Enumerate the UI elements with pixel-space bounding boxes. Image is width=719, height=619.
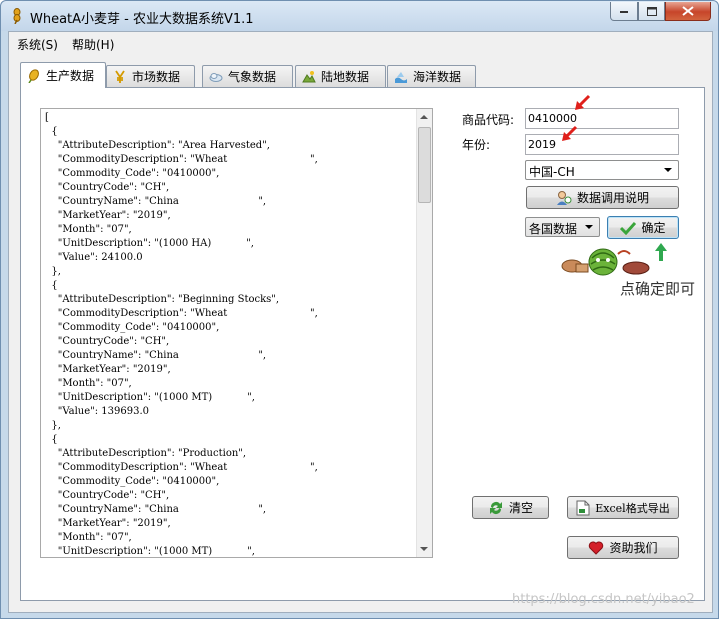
heart-icon [589, 541, 604, 555]
tab-production-label: 生产数据 [46, 69, 95, 83]
production-tab-panel: [ { "AttributeDescription": "Area Harves… [20, 87, 705, 601]
maximize-icon [646, 6, 657, 16]
tab-market-label: 市场数据 [132, 70, 181, 84]
year-label: 年份: [462, 138, 491, 152]
wheat-app-icon [13, 8, 21, 24]
scroll-down-icon[interactable] [420, 547, 428, 551]
green-arrow-icon [655, 243, 667, 261]
commodity-code-input[interactable]: 0410000 [525, 108, 679, 129]
api-help-label: 数据调用说明 [576, 191, 649, 205]
data-scope-select[interactable]: 各国数据 [525, 217, 600, 237]
tab-weather-label: 气象数据 [228, 70, 277, 84]
scroll-thumb[interactable] [418, 127, 431, 203]
land-icon [302, 70, 316, 82]
tab-ocean[interactable]: 海洋数据 [387, 65, 476, 87]
country-select[interactable]: 中国-CH [525, 160, 679, 180]
minimize-button[interactable] [610, 2, 638, 21]
clear-label: 清空 [508, 501, 533, 515]
close-icon [682, 6, 694, 16]
country-select-value: 中国-CH [529, 165, 575, 179]
yen-icon [115, 70, 125, 83]
tab-production[interactable]: 生产数据 [20, 62, 106, 88]
confirm-hint-text: 点确定即可 [620, 280, 696, 298]
json-output-text: [ { "AttributeDescription": "Area Harves… [45, 112, 318, 557]
donate-label: 资助我们 [609, 541, 658, 555]
refresh-icon [489, 501, 502, 514]
confirm-button[interactable]: 确定 [607, 216, 679, 239]
tab-land-label: 陆地数据 [321, 70, 370, 84]
red-arrow-icon [562, 125, 578, 141]
minimize-icon [620, 11, 628, 13]
data-scope-value: 各国数据 [529, 222, 578, 236]
chevron-down-icon [585, 225, 593, 229]
json-vertical-scrollbar[interactable] [416, 109, 432, 557]
menu-system[interactable]: 系统(S) [17, 36, 58, 53]
ocean-icon [395, 71, 407, 83]
tab-market[interactable]: 市场数据 [106, 65, 195, 87]
maximize-button[interactable] [638, 2, 665, 21]
tab-weather[interactable]: 气象数据 [202, 65, 293, 87]
user-help-icon [556, 190, 572, 205]
watermark-text: https://blog.csdn.net/yibao2 [512, 592, 695, 607]
commodity-code-label: 商品代码: [462, 113, 515, 127]
clear-button[interactable]: 清空 [472, 496, 549, 519]
checkmark-icon [620, 221, 637, 235]
year-input[interactable]: 2019 [525, 134, 679, 155]
api-help-button[interactable]: 数据调用说明 [526, 186, 679, 209]
title-bar[interactable]: WheatA小麦芽 - 农业大数据系统V1.1 [1, 1, 718, 31]
client-area: 系统(S) 帮助(H) 生产数据 市场数据 气象数据 陆地数据 海洋数据 [{… [8, 31, 713, 613]
menu-bar: 系统(S) 帮助(H) [9, 32, 712, 55]
export-file-icon [576, 500, 590, 515]
vegetable-mascot-icon [561, 248, 650, 276]
wheat-icon [28, 68, 39, 83]
window-title: WheatA小麦芽 - 农业大数据系统V1.1 [30, 12, 254, 27]
excel-export-label: Excel格式导出 [595, 501, 670, 515]
close-window-button[interactable] [665, 2, 711, 21]
confirm-label: 确定 [641, 221, 666, 235]
json-output-area[interactable]: [ { "AttributeDescription": "Area Harves… [40, 108, 433, 558]
tab-ocean-label: 海洋数据 [413, 70, 462, 84]
menu-help[interactable]: 帮助(H) [72, 36, 114, 53]
chevron-down-icon [664, 168, 672, 172]
scroll-up-icon[interactable] [420, 115, 428, 119]
donate-button[interactable]: 资助我们 [567, 536, 679, 559]
red-arrow-icon [575, 94, 591, 110]
app-window: WheatA小麦芽 - 农业大数据系统V1.1 系统(S) 帮助(H) 生产数据 [0, 0, 719, 619]
excel-export-button[interactable]: Excel格式导出 [567, 496, 679, 519]
tab-land[interactable]: 陆地数据 [295, 65, 386, 87]
cloud-icon [209, 72, 223, 82]
